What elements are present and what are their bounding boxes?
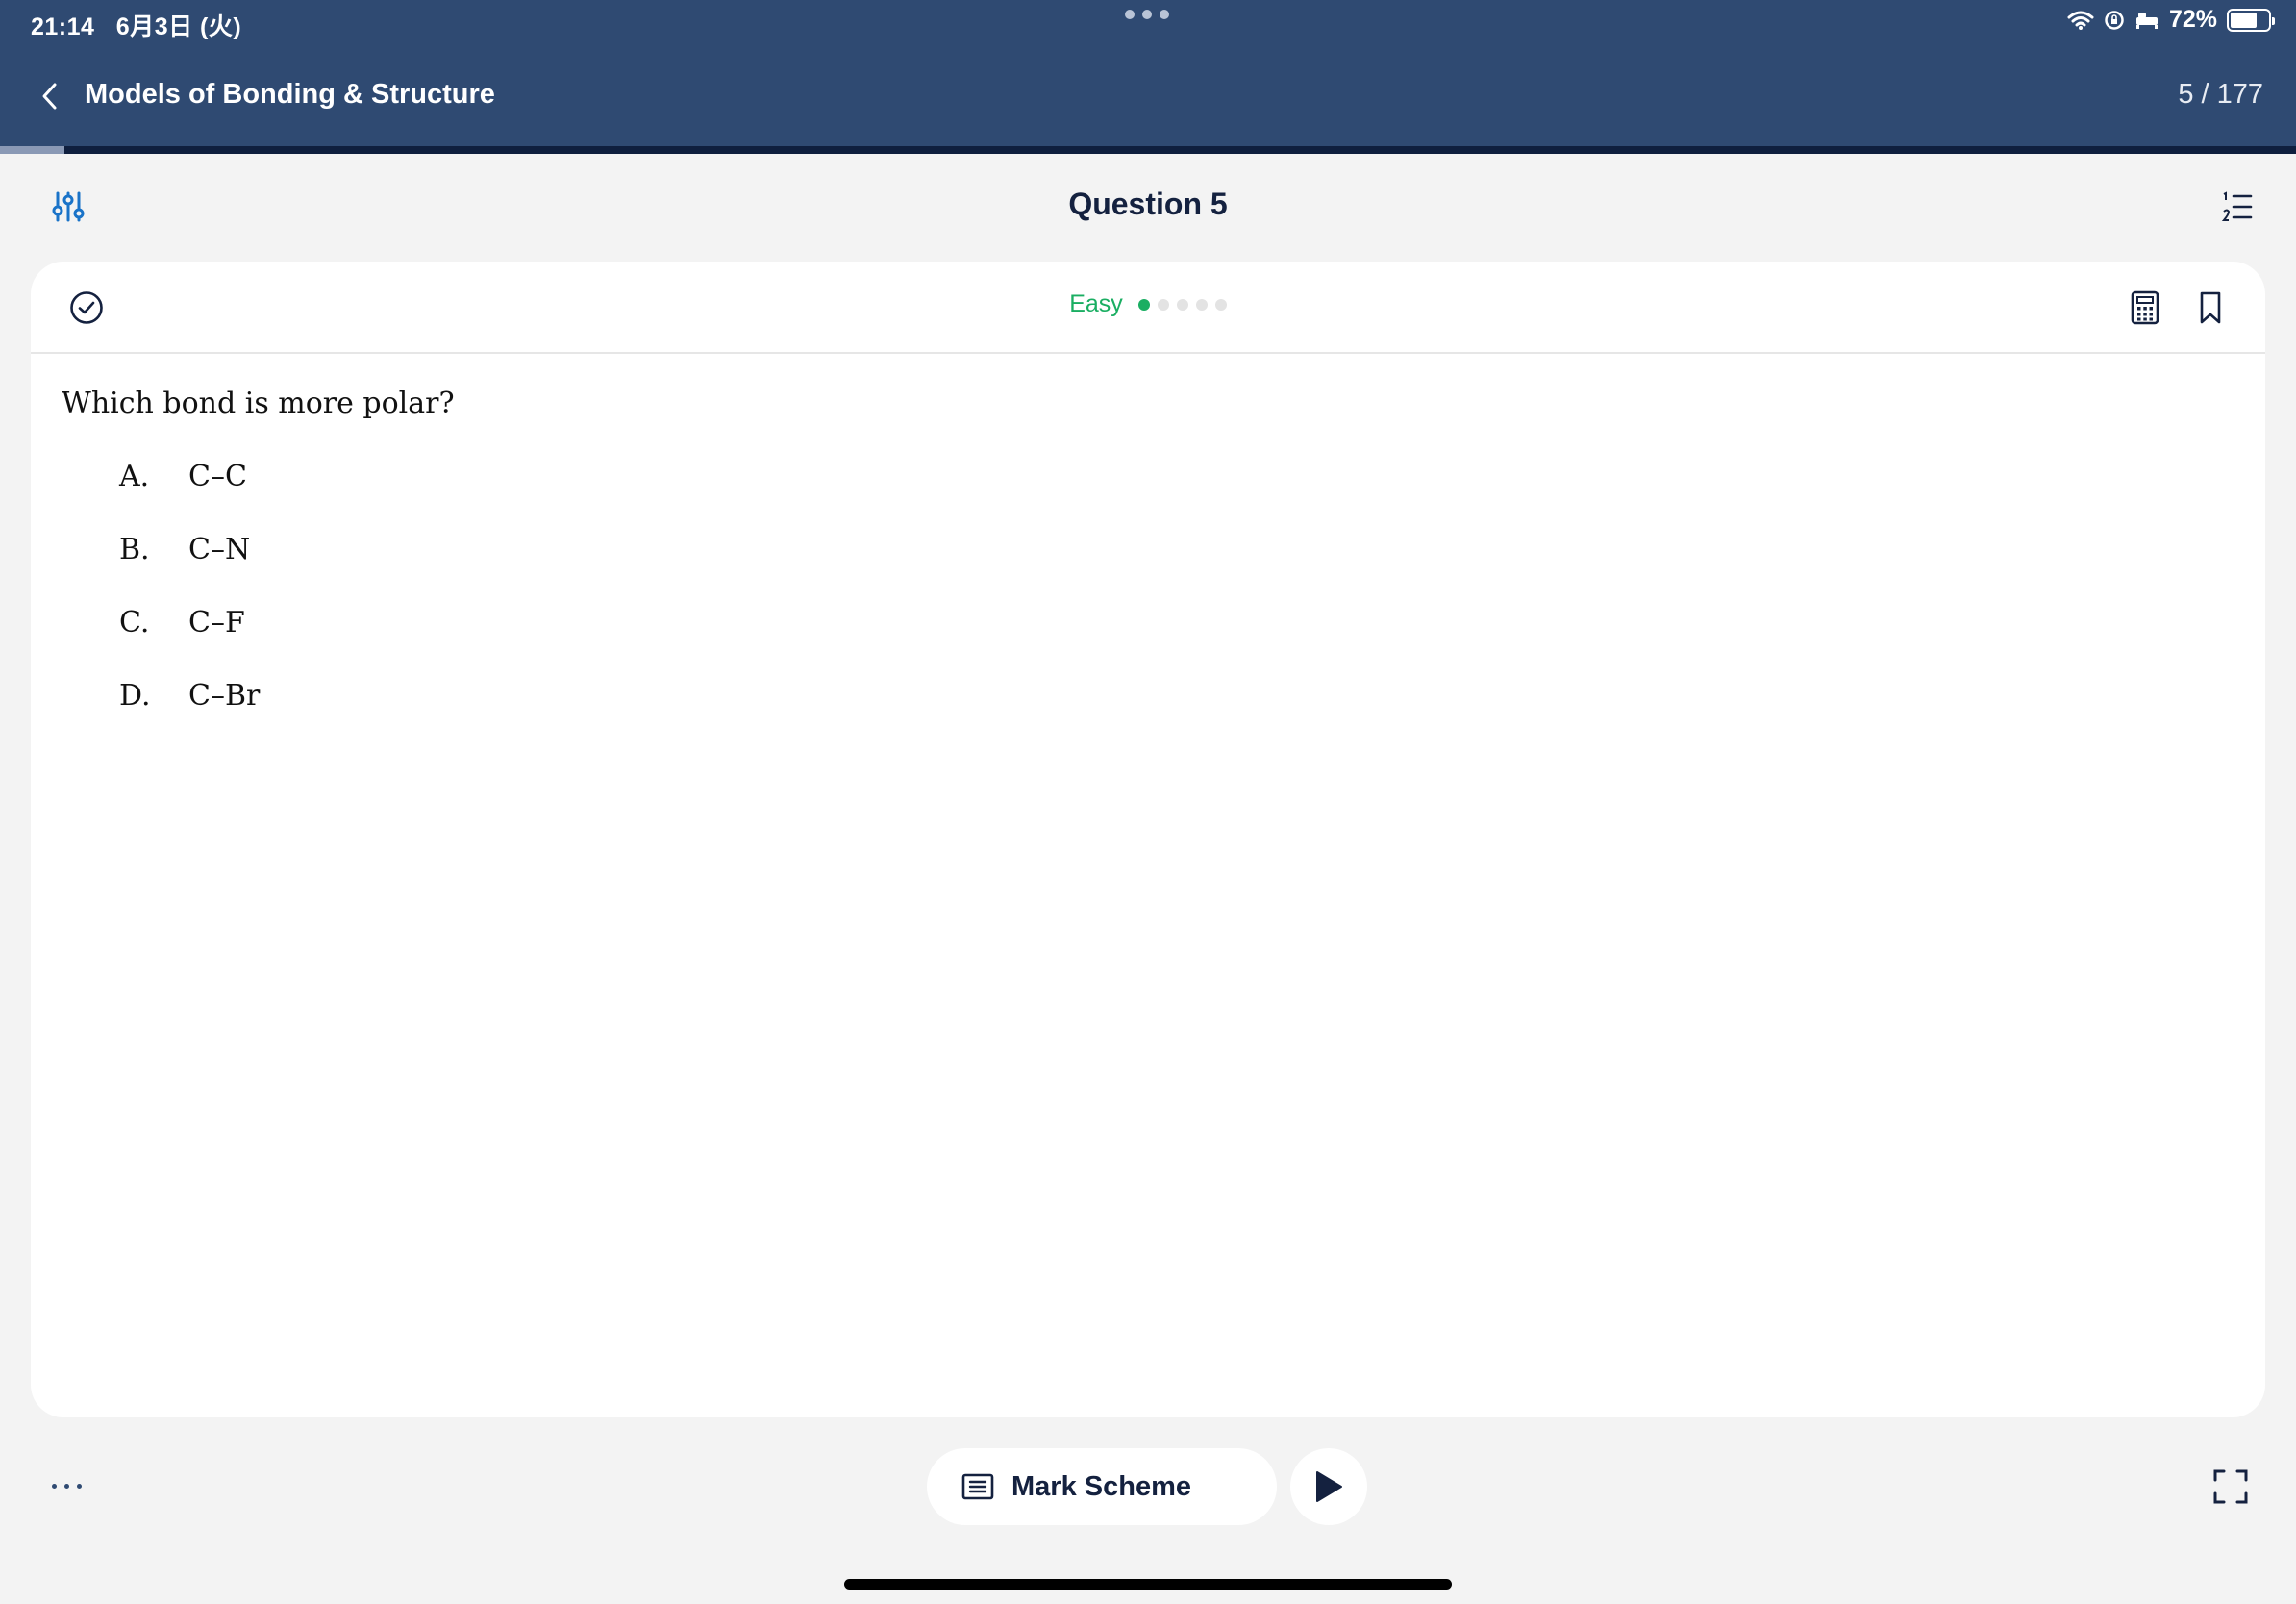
difficulty-label: Easy [1069, 290, 1123, 317]
bookmark-button[interactable] [2196, 290, 2225, 325]
option-text: C–F [188, 606, 245, 639]
question-list-button[interactable] [2221, 190, 2254, 223]
question-progress-bar [0, 146, 2296, 154]
calculator-icon [2131, 290, 2159, 325]
option-letter: C. [119, 606, 150, 639]
difficulty-dot [1176, 298, 1188, 311]
date-text: 6月3日 (火) [115, 13, 242, 40]
document-lines-icon [961, 1473, 994, 1500]
numbered-list-icon [2221, 191, 2253, 221]
back-button[interactable] [35, 77, 63, 115]
expand-icon [2213, 1469, 2248, 1504]
option-text: C–Br [188, 679, 261, 713]
answer-option-c[interactable]: C. C–F [119, 606, 260, 679]
play-icon [1316, 1471, 1342, 1502]
difficulty-dot [1195, 298, 1208, 311]
multitasking-dots-icon[interactable] [1125, 10, 1169, 19]
top-header: 21:14 6月3日 (火) 72% Models of Bonding & S… [0, 0, 2296, 146]
difficulty-indicator: Easy [31, 290, 2265, 318]
battery-icon [2227, 8, 2275, 32]
page-title: Models of Bonding & Structure [85, 79, 495, 110]
wifi-icon [2067, 11, 2094, 30]
option-text: C–C [188, 460, 247, 493]
sleep-mode-icon [2135, 12, 2158, 29]
question-heading: Question 5 [1068, 187, 1228, 221]
option-letter: B. [119, 533, 150, 566]
difficulty-dot [1214, 298, 1227, 311]
option-text: C–N [188, 533, 251, 566]
answer-options: A. C–C B. C–N C. C–F D. C–Br [119, 460, 260, 752]
chevron-left-icon [42, 83, 57, 110]
status-bar-right: 72% [2067, 6, 2275, 34]
answer-option-b[interactable]: B. C–N [119, 533, 260, 606]
calculator-button[interactable] [2129, 290, 2161, 325]
more-dots-icon [52, 1483, 57, 1489]
question-text: Which bond is more polar? [62, 387, 455, 420]
question-card: Easy Which bond is more polar? A. C–C B.… [31, 262, 2265, 1417]
question-card-header: Easy [31, 262, 2265, 354]
more-options-button[interactable] [52, 1477, 90, 1494]
question-position-counter: 5 / 177 [2178, 79, 2263, 110]
bookmark-icon [2200, 291, 2221, 324]
option-letter: A. [119, 460, 150, 493]
fullscreen-button[interactable] [2213, 1469, 2248, 1504]
answer-option-d[interactable]: D. C–Br [119, 679, 260, 752]
status-bar-time: 21:14 6月3日 (火) [31, 8, 241, 42]
mark-scheme-label: Mark Scheme [1011, 1470, 1191, 1502]
mark-scheme-button[interactable]: Mark Scheme [927, 1448, 1277, 1525]
difficulty-dots [1137, 298, 1227, 311]
home-indicator[interactable] [844, 1579, 1452, 1590]
battery-percentage: 72% [2168, 6, 2217, 33]
difficulty-dot [1137, 298, 1150, 311]
play-video-button[interactable] [1290, 1448, 1367, 1525]
answer-option-a[interactable]: A. C–C [119, 460, 260, 533]
time-text: 21:14 [31, 13, 95, 40]
option-letter: D. [119, 679, 151, 713]
orientation-lock-icon [2105, 10, 2124, 30]
difficulty-dot [1157, 298, 1169, 311]
